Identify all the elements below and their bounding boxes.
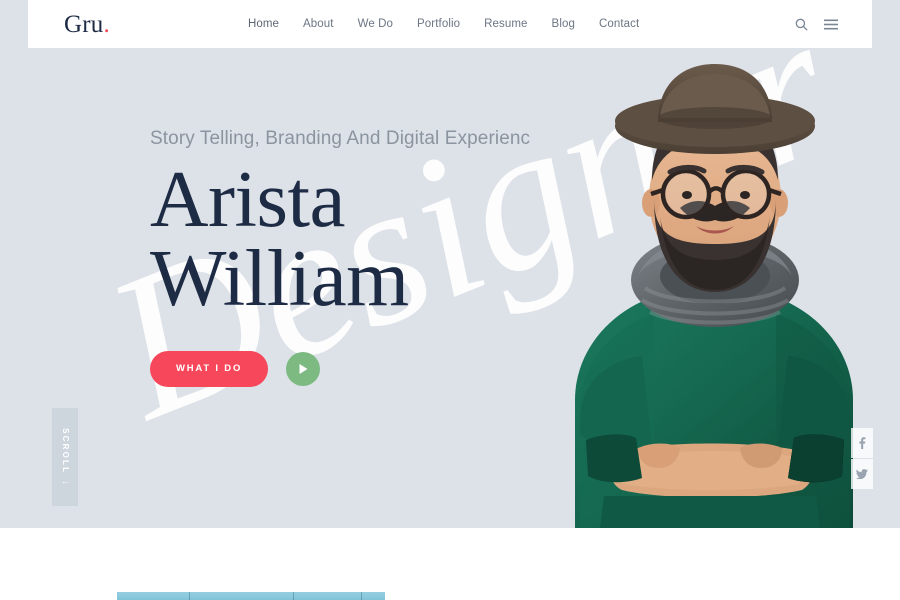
scroll-widget-inner: SCROLL ↓: [60, 427, 71, 487]
nav-item-portfolio[interactable]: Portfolio: [405, 18, 472, 30]
nav-item-resume[interactable]: Resume: [472, 18, 539, 30]
logo-dot: .: [103, 10, 110, 38]
hero-title-line-2: William: [150, 233, 409, 324]
site-header: Gru. Home About We Do Portfolio Resume B…: [28, 0, 872, 48]
main-navigation: Home About We Do Portfolio Resume Blog C…: [236, 18, 651, 30]
hero-content: Story Telling, Branding And Digital Expe…: [150, 128, 570, 387]
hero-action-group: WHAT I DO: [150, 350, 570, 387]
nav-item-home[interactable]: Home: [236, 18, 291, 30]
facebook-icon[interactable]: [851, 428, 873, 458]
hero-subtitle: Story Telling, Branding And Digital Expe…: [150, 128, 531, 149]
next-section: [0, 528, 900, 600]
scroll-down-widget[interactable]: SCROLL ↓: [52, 408, 78, 506]
play-icon: [298, 363, 309, 375]
twitter-icon[interactable]: [851, 459, 873, 489]
hero-title-line-1: Arista: [150, 154, 345, 244]
hamburger-menu-icon[interactable]: [824, 19, 838, 30]
arrow-down-icon: ↓: [60, 479, 71, 487]
page-root: Designer Gru. Home About We Do Portfolio…: [0, 0, 900, 600]
nav-item-we-do[interactable]: We Do: [346, 18, 405, 30]
scroll-label: SCROLL: [60, 427, 70, 474]
nav-item-blog[interactable]: Blog: [540, 18, 587, 30]
nav-item-contact[interactable]: Contact: [587, 18, 651, 30]
hero-portrait-photo: [520, 48, 900, 528]
portfolio-image-strip[interactable]: [117, 592, 385, 600]
search-icon[interactable]: [795, 18, 808, 31]
hero-title: Arista William: [150, 154, 570, 324]
header-icon-group: [795, 18, 838, 31]
what-i-do-button[interactable]: WHAT I DO: [150, 350, 269, 387]
nav-item-about[interactable]: About: [291, 18, 346, 30]
site-logo[interactable]: Gru.: [64, 12, 110, 37]
play-video-button[interactable]: [286, 351, 321, 386]
social-links-rail: [851, 428, 873, 489]
logo-text: Gru: [64, 10, 104, 38]
